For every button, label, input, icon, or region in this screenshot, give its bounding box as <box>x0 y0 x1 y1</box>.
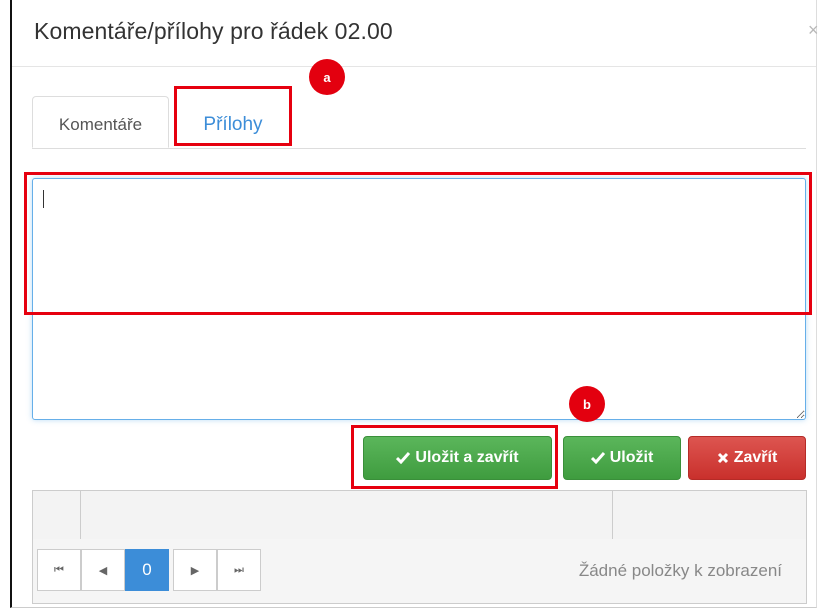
annotation-box-textarea <box>24 172 812 315</box>
grid-header-cell[interactable] <box>80 491 613 539</box>
check-icon <box>590 452 605 464</box>
save-label: Uložit <box>609 449 654 466</box>
dialog-title: Komentáře/přílohy pro řádek 02.00 <box>34 18 393 44</box>
last-page-button[interactable]: ⏭ <box>217 549 261 591</box>
tab-bar: Komentáře Přílohy <box>32 96 806 149</box>
annotation-box-tab <box>174 86 292 146</box>
annotation-marker-b: b <box>569 386 605 422</box>
grid-header <box>33 491 806 540</box>
attachments-grid: ⏮ ◀ 0 ▶ ⏭ Žádné položky k zobrazení <box>32 490 807 604</box>
current-page-button[interactable]: 0 <box>125 549 169 591</box>
save-button[interactable]: Uložit <box>563 436 681 480</box>
next-page-button[interactable]: ▶ <box>173 549 217 591</box>
tab-komentare-label: Komentáře <box>58 115 143 134</box>
last-page-icon: ⏭ <box>234 563 244 576</box>
pager-info: Žádné položky k zobrazení <box>578 561 782 580</box>
close-label: Zavřít <box>733 449 778 466</box>
first-page-button[interactable]: ⏮ <box>37 549 81 591</box>
annotation-box-button <box>351 425 558 489</box>
tab-komentare[interactable]: Komentáře <box>32 96 169 148</box>
first-page-icon: ⏮ <box>54 563 64 576</box>
prev-page-icon: ◀ <box>98 564 108 577</box>
annotation-marker-a: a <box>309 59 345 95</box>
close-button[interactable]: Zavřít <box>688 436 806 480</box>
close-icon[interactable]: × <box>808 20 819 41</box>
times-icon <box>717 452 728 464</box>
prev-page-button[interactable]: ◀ <box>81 549 125 591</box>
current-page-number: 0 <box>142 560 152 579</box>
grid-header-cell[interactable] <box>33 491 81 539</box>
header-divider <box>12 66 816 67</box>
grid-pager: ⏮ ◀ 0 ▶ ⏭ Žádné položky k zobrazení <box>33 539 806 603</box>
next-page-icon: ▶ <box>190 564 200 577</box>
